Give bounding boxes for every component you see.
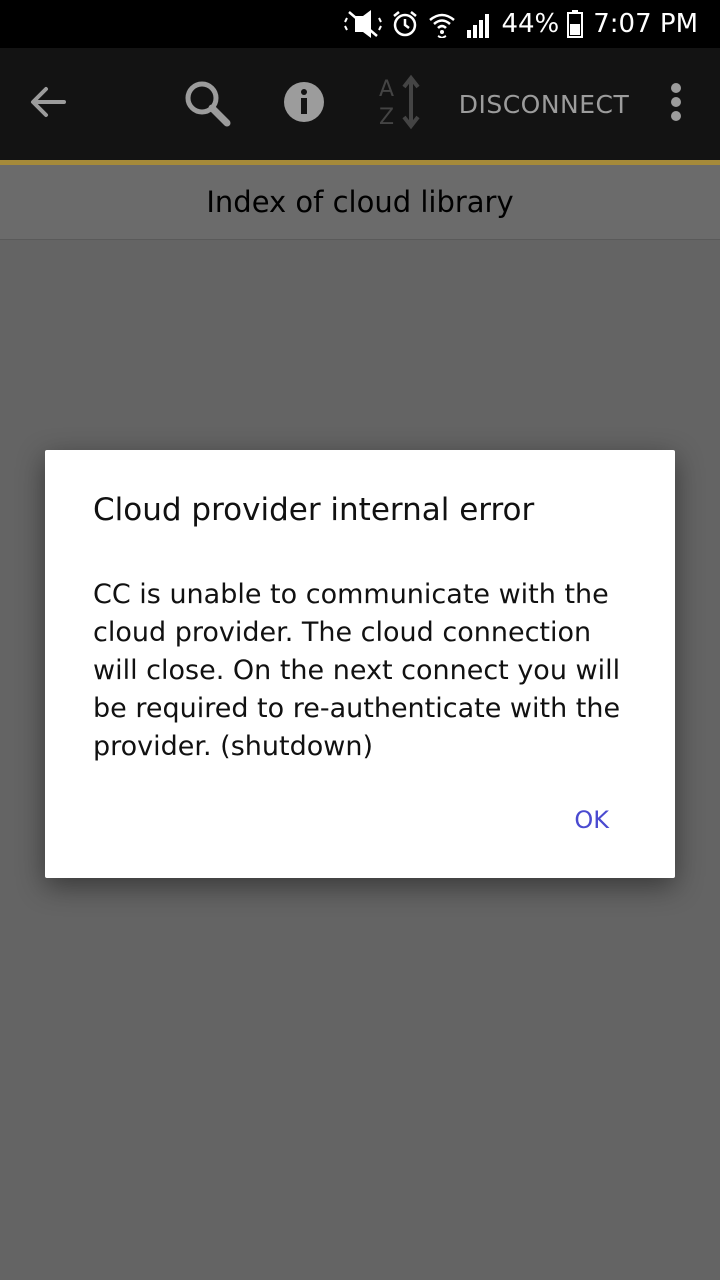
- search-icon: [182, 78, 232, 132]
- mute-icon: [343, 10, 383, 38]
- status-bar: 44% 7:07 PM: [0, 0, 720, 48]
- clock-time: 7:07 PM: [593, 9, 698, 39]
- dialog-message: CC is unable to communicate with the clo…: [93, 579, 621, 762]
- alarm-icon: [391, 10, 419, 38]
- info-button[interactable]: [274, 74, 334, 134]
- page-title-text: Index of cloud library: [206, 185, 514, 219]
- svg-text:A: A: [379, 77, 394, 102]
- app-toolbar: A Z DISCONNECT: [0, 48, 720, 165]
- overflow-menu-button[interactable]: [656, 78, 696, 130]
- error-dialog: Cloud provider internal error CC is unab…: [45, 450, 675, 878]
- overflow-menu-icon: [670, 82, 682, 126]
- info-icon: [282, 80, 326, 128]
- back-arrow-icon: [28, 82, 68, 126]
- svg-text:Z: Z: [379, 105, 394, 130]
- ok-button[interactable]: OK: [574, 806, 609, 834]
- page-title: Index of cloud library: [0, 165, 720, 240]
- back-button[interactable]: [18, 76, 78, 132]
- disconnect-button[interactable]: DISCONNECT: [452, 82, 636, 126]
- battery-icon: [567, 10, 584, 38]
- dialog-title: Cloud provider internal error: [93, 492, 535, 528]
- sort-az-icon: A Z: [375, 74, 425, 134]
- search-button[interactable]: [176, 74, 238, 136]
- signal-icon: [465, 10, 493, 38]
- battery-percent: 44%: [501, 9, 560, 39]
- sort-button[interactable]: A Z: [370, 72, 430, 136]
- wifi-icon: [427, 10, 457, 38]
